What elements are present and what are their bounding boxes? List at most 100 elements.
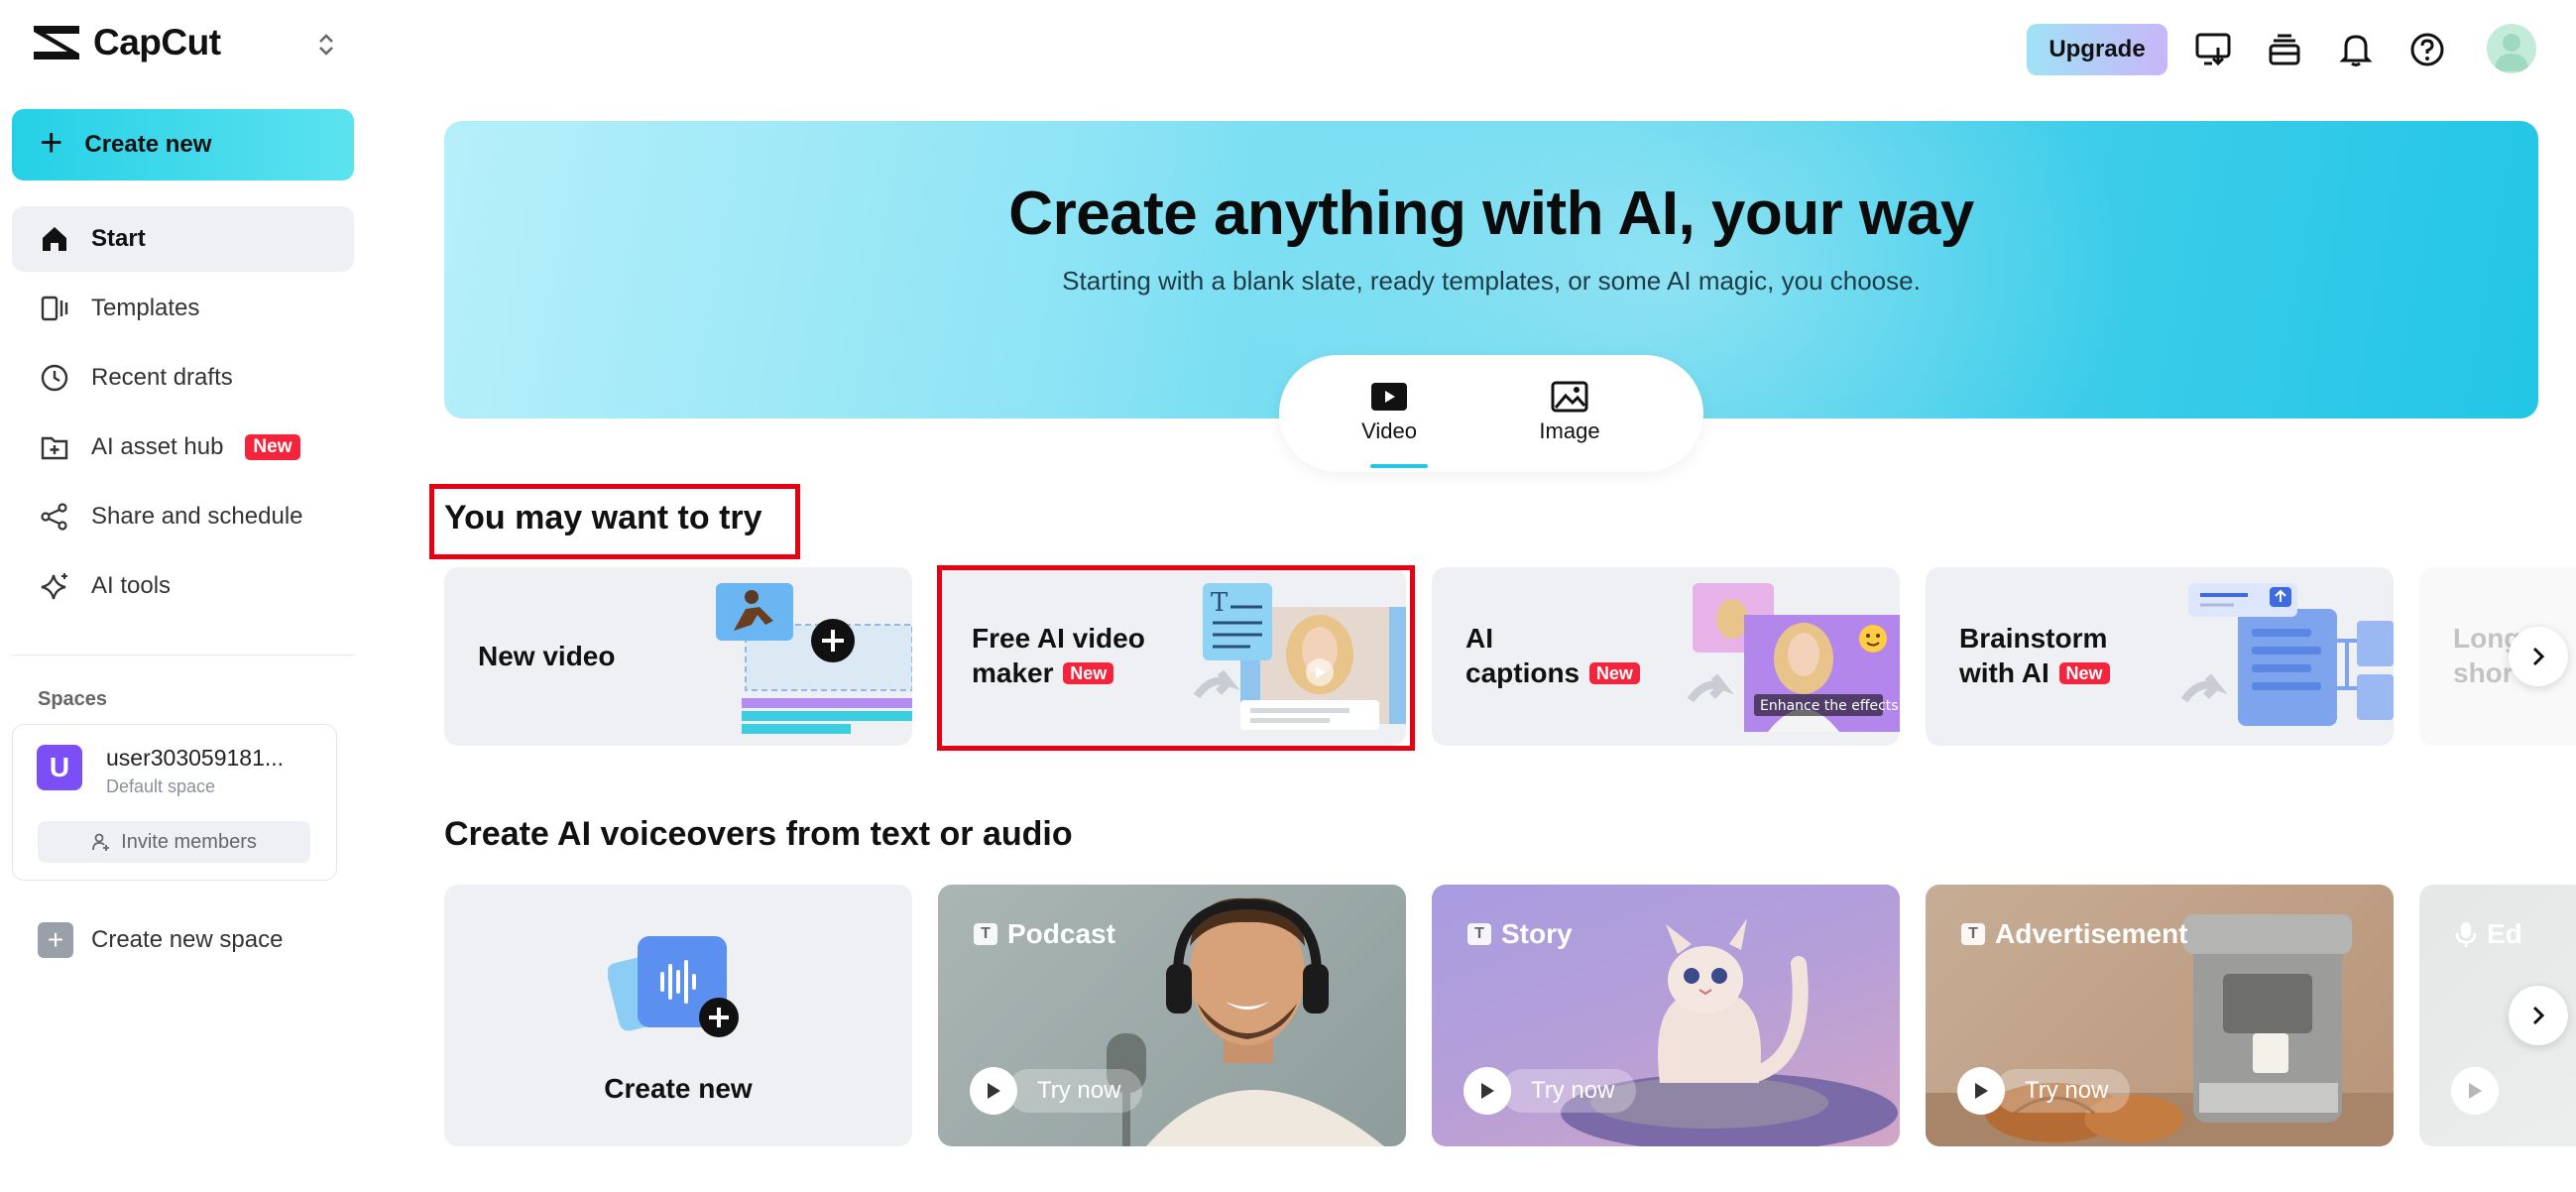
new-badge: New	[1588, 662, 1640, 684]
space-card[interactable]: U user303059181... Default space Invite …	[12, 724, 337, 881]
text-icon: T	[974, 923, 997, 945]
hero-title: Create anything with AI, your way	[1008, 179, 1974, 248]
video-icon	[1371, 383, 1407, 411]
card-title-block: AI captions New	[1465, 621, 1640, 691]
try-now-button[interactable]: Try now	[1957, 1065, 2131, 1117]
try-next-button[interactable]	[2509, 627, 2568, 686]
spaces-title: Spaces	[38, 688, 108, 710]
tab-video[interactable]: Video	[1335, 381, 1444, 444]
plus-icon: +	[40, 121, 63, 165]
plus-icon: +	[38, 922, 73, 958]
try-now-label: Try now	[1501, 1069, 1637, 1113]
new-video-illustration	[716, 583, 912, 734]
card-title-block: Brainstorm with AI New	[1959, 621, 2110, 691]
mode-switch: Video Image	[1279, 355, 1703, 472]
try-now-button[interactable]: Try now	[1464, 1065, 1637, 1117]
voice-create-new-card[interactable]: Create new	[444, 885, 912, 1146]
try-now-label: Try now	[1007, 1069, 1143, 1113]
voice-create-label: Create new	[604, 1073, 753, 1104]
sidebar-item-start[interactable]: Start	[12, 206, 354, 272]
sidebar-item-label: Start	[91, 225, 146, 252]
clock-icon	[38, 361, 71, 395]
layers-icon[interactable]	[2265, 30, 2304, 69]
sparkle-icon	[38, 569, 71, 603]
top-bar: Upgrade	[1981, 20, 2576, 79]
new-badge: New	[2058, 662, 2110, 684]
play-icon	[2451, 1067, 2499, 1115]
card-title-line2: captions	[1465, 657, 1581, 688]
download-app-icon[interactable]	[2193, 30, 2233, 69]
brand-name: CapCut	[93, 22, 221, 62]
sidebar-item-ai-asset-hub[interactable]: AI asset hub New	[12, 415, 354, 480]
text-icon: T	[1961, 923, 1985, 945]
invite-members-button[interactable]: Invite members	[38, 821, 310, 863]
advertisement-label: T Advertisement	[1961, 918, 2188, 950]
microphone-icon	[2455, 922, 2477, 947]
voice-section-title: Create AI voiceovers from text or audio	[444, 815, 1073, 853]
sidebar-divider	[12, 655, 354, 656]
caption-overlay-text: Enhance the effects	[1760, 698, 1899, 714]
play-icon	[1957, 1067, 2005, 1115]
bell-icon[interactable]	[2336, 30, 2376, 69]
upgrade-button[interactable]: Upgrade	[2027, 24, 2167, 75]
try-now-button[interactable]: Try now	[970, 1065, 1143, 1117]
ai-captions-illustration: Enhance the effects	[1687, 583, 1900, 732]
hero-subtitle: Starting with a blank slate, ready templ…	[1062, 266, 1921, 296]
podcast-label: T Podcast	[974, 918, 1115, 950]
avatar[interactable]	[2487, 24, 2536, 73]
new-badge: New	[245, 434, 300, 460]
tab-image-label: Image	[1539, 418, 1600, 443]
space-subtitle: Default space	[106, 776, 216, 796]
sidebar-item-recent-drafts[interactable]: Recent drafts	[12, 345, 354, 411]
voice-next-button[interactable]	[2509, 986, 2568, 1045]
create-new-space-button[interactable]: + Create new space	[38, 922, 283, 958]
templates-icon	[38, 292, 71, 325]
edit-label: Ed	[2455, 918, 2522, 950]
try-now-button[interactable]	[2451, 1065, 2499, 1117]
sidebar-item-share-and-schedule[interactable]: Share and schedule	[12, 484, 354, 549]
play-icon	[1464, 1067, 1511, 1115]
create-new-space-label: Create new space	[91, 926, 284, 953]
share-icon	[38, 500, 71, 534]
podcast-card[interactable]: T Podcast Try now	[938, 885, 1406, 1146]
story-card[interactable]: T Story Try now	[1432, 885, 1900, 1146]
voice-card-title: Ed	[2487, 918, 2522, 949]
tab-video-label: Video	[1361, 418, 1417, 443]
add-user-icon	[92, 833, 110, 851]
sidebar-nav: Start Templates Recent drafts AI asset h…	[12, 206, 354, 623]
card-title-line2: with AI	[1959, 657, 2049, 688]
text-icon: T	[1467, 923, 1491, 945]
card-title-line1: AI	[1465, 623, 1493, 654]
highlight-box	[937, 565, 1415, 751]
sidebar-item-label: Share and schedule	[91, 503, 303, 530]
try-section-title: You may want to try	[444, 499, 762, 536]
sidebar: CapCut + Create new Start Templates Rece…	[0, 0, 365, 1192]
active-tab-indicator	[1370, 464, 1428, 468]
sidebar-item-label: AI asset hub	[91, 433, 224, 460]
create-new-label: Create new	[84, 131, 212, 158]
sidebar-item-ai-tools[interactable]: AI tools	[12, 553, 354, 619]
tab-image[interactable]: Image	[1515, 381, 1624, 444]
sidebar-item-templates[interactable]: Templates	[12, 276, 354, 341]
voice-cards-row: Create new T Podcast Try now T Story Try…	[444, 885, 2576, 1146]
sidebar-item-label: AI tools	[91, 572, 172, 599]
chevron-right-icon	[2532, 1006, 2545, 1025]
voice-card-title: Advertisement	[1995, 918, 2188, 949]
help-icon[interactable]	[2407, 30, 2447, 69]
card-title: New video	[478, 641, 616, 671]
ai-captions-card[interactable]: AI captions New Enhance the effects	[1432, 567, 1900, 746]
workspace-switch-icon[interactable]	[313, 28, 339, 61]
brainstorm-with-ai-card[interactable]: Brainstorm with AI New	[1926, 567, 2394, 746]
card-title-line2: shor	[2453, 657, 2514, 688]
brand[interactable]: CapCut	[30, 22, 221, 63]
card-title-line1: Brainstorm	[1959, 623, 2108, 654]
create-new-button[interactable]: + Create new	[12, 109, 354, 180]
play-icon	[970, 1067, 1017, 1115]
advertisement-card[interactable]: T Advertisement Try now	[1926, 885, 2394, 1146]
space-avatar: U	[37, 745, 82, 790]
image-icon	[1551, 381, 1588, 413]
space-name: user303059181...	[106, 745, 285, 771]
try-cards-row: New video Free AI video maker New T AI c…	[444, 567, 2576, 746]
new-video-card[interactable]: New video	[444, 567, 912, 746]
invite-members-label: Invite members	[121, 830, 257, 853]
